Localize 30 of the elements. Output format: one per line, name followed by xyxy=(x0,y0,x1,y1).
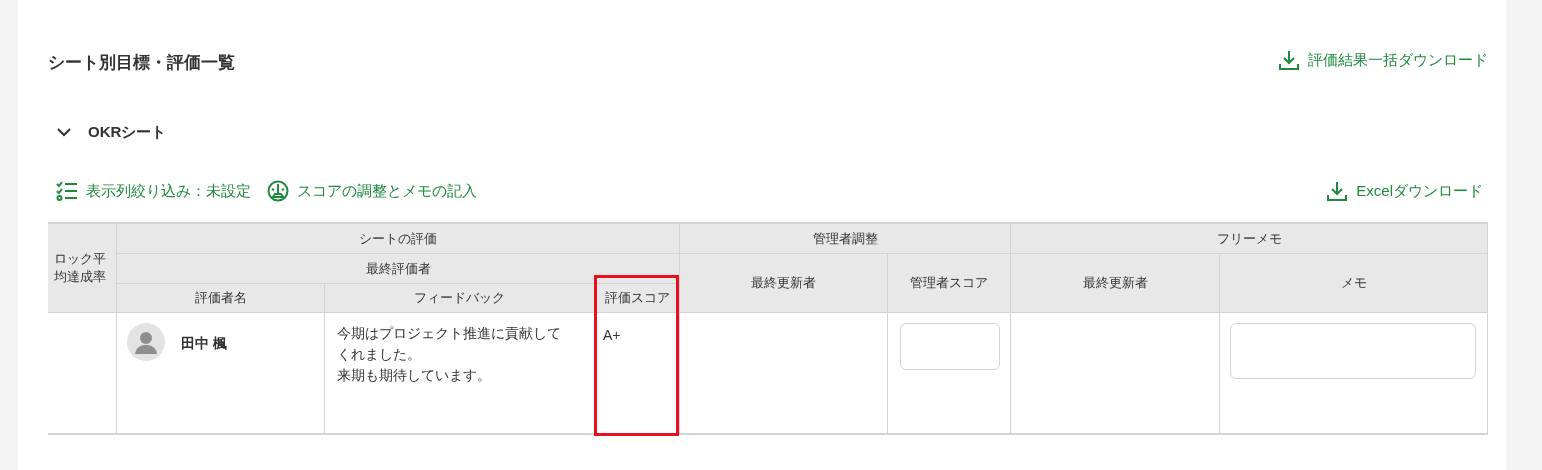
column-group-header: フリーメモ xyxy=(1011,224,1488,254)
column-header: メモ xyxy=(1220,254,1488,313)
column-filter-link[interactable]: 表示列絞り込み：未設定 xyxy=(56,179,251,202)
column-header: 最終更新者 xyxy=(1011,254,1220,313)
adjust-score-link[interactable]: スコアの調整とメモの記入 xyxy=(267,179,477,202)
column-group-header: 管理者調整 xyxy=(680,224,1011,254)
column-header: 評価者名 xyxy=(117,284,325,313)
evaluator-name: 田中 楓 xyxy=(181,334,227,353)
column-group-header: 最終評価者 xyxy=(117,254,680,284)
column-header: フィードバック xyxy=(325,284,595,313)
sheet-name: OKRシート xyxy=(88,122,167,142)
column-group-header: シートの評価 xyxy=(117,224,680,254)
admin-score-field[interactable] xyxy=(900,323,1000,370)
column-header: 評価スコア xyxy=(595,284,680,313)
download-icon xyxy=(1326,179,1349,202)
memo-field[interactable] xyxy=(1230,323,1476,379)
feedback-line: 今期はプロジェクト推進に貢献して xyxy=(337,324,561,343)
score-value: A+ xyxy=(603,327,621,343)
feedback-line: 来期も期待しています。 xyxy=(337,366,491,385)
column-header: 最終更新者 xyxy=(680,254,888,313)
column-header: ロック平均達成率 xyxy=(48,224,117,313)
checklist-icon xyxy=(56,180,78,201)
download-icon xyxy=(1278,49,1300,72)
avatar-icon xyxy=(127,323,165,361)
feedback-line: くれました。 xyxy=(337,345,421,364)
section-title: シート別目標・評価一覧 xyxy=(48,52,235,74)
excel-download-link[interactable]: Excelダウンロード xyxy=(1326,179,1483,202)
gauge-icon xyxy=(267,179,289,202)
column-header: 管理者スコア xyxy=(888,254,1011,313)
bulk-download-link[interactable]: 評価結果一括ダウンロード xyxy=(1278,49,1488,72)
